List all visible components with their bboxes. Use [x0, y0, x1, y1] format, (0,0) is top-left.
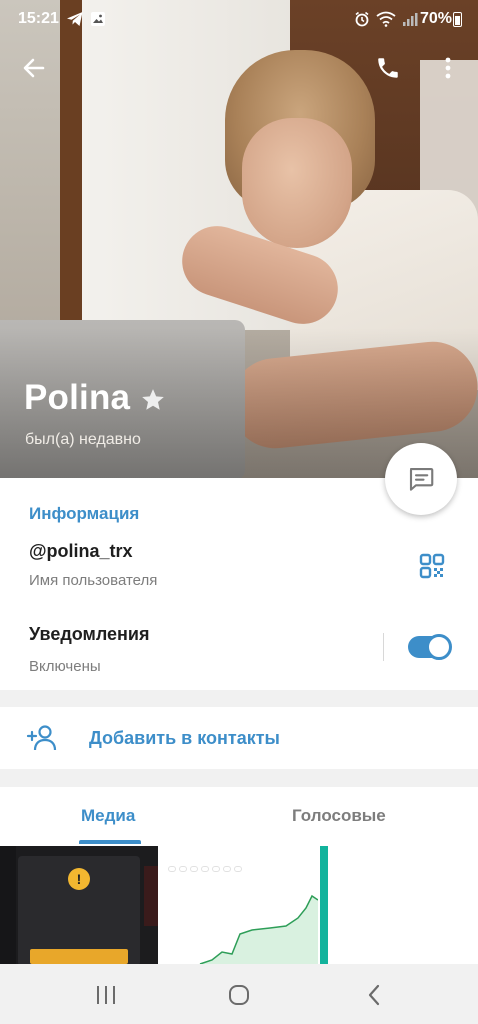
divider — [383, 633, 384, 661]
last-seen-status: был(а) недавно — [25, 431, 141, 448]
wifi-icon — [376, 11, 396, 27]
system-nav-bar — [0, 964, 478, 1024]
thumb-pill — [201, 866, 209, 872]
tab-media[interactable]: Медиа — [81, 806, 135, 826]
profile-name: Polina — [24, 378, 131, 417]
thumb-button — [30, 949, 128, 964]
status-icons-right — [354, 11, 420, 27]
qr-code-icon[interactable] — [419, 553, 445, 579]
chevron-left-icon — [368, 984, 380, 1006]
toggle-knob — [426, 634, 452, 660]
battery-level: 70% — [419, 10, 452, 27]
username-value[interactable]: @polina_trx — [29, 541, 133, 562]
recent-apps-button[interactable] — [92, 981, 120, 1009]
photo-face — [242, 118, 352, 248]
signal-icon — [403, 13, 418, 26]
notifications-state: Включены — [29, 658, 101, 675]
thumb-pill — [212, 866, 220, 872]
gallery-icon — [91, 12, 105, 26]
arrow-left-icon — [23, 58, 45, 78]
back-nav-button[interactable] — [360, 981, 388, 1009]
tab-voice[interactable]: Голосовые — [292, 806, 386, 826]
tab-indicator — [79, 840, 141, 844]
thumb-receipt — [328, 846, 478, 964]
thumb-chart — [199, 894, 318, 964]
more-vertical-icon — [445, 57, 451, 79]
add-contact-label: Добавить в контакты — [89, 728, 280, 748]
media-thumbnail[interactable] — [160, 846, 318, 964]
home-icon — [229, 985, 249, 1005]
add-user-icon — [26, 725, 57, 751]
notifications-title[interactable]: Уведомления — [29, 624, 150, 645]
recents-icon — [97, 986, 115, 1004]
profile-screen: 15:21 70% Polina был(а) недавно Информац… — [0, 0, 478, 1024]
warning-icon: ! — [68, 868, 90, 890]
notifications-toggle[interactable] — [408, 634, 452, 660]
shared-media-panel: Медиа Голосовые ! — [0, 787, 478, 964]
thumb-sidebar — [0, 846, 16, 964]
thumb-pill — [168, 866, 176, 872]
call-button[interactable] — [372, 52, 404, 84]
phone-icon — [378, 58, 398, 78]
thumb-pill — [234, 866, 242, 872]
status-time: 15:21 — [18, 10, 59, 27]
chat-icon — [409, 467, 434, 491]
status-icons-left — [66, 11, 106, 27]
add-contact-row[interactable]: Добавить в контакты — [0, 707, 478, 769]
media-grid: ! — [0, 846, 478, 964]
thumb-pill — [223, 866, 231, 872]
media-thumbnail[interactable] — [320, 846, 478, 964]
username-label: Имя пользователя — [29, 572, 158, 589]
info-section-title: Информация — [29, 504, 140, 523]
alarm-icon — [355, 11, 369, 27]
thumb-sidebar-right — [144, 866, 158, 926]
media-thumbnail[interactable]: ! — [0, 846, 158, 964]
message-button[interactable] — [385, 443, 457, 515]
star-icon — [142, 389, 164, 410]
battery-icon — [453, 12, 462, 27]
thumb-pill — [179, 866, 187, 872]
thumb-range-pills — [168, 866, 242, 872]
thumb-pill — [190, 866, 198, 872]
back-button[interactable] — [18, 52, 50, 84]
telegram-icon — [67, 12, 83, 26]
status-bar: 15:21 70% — [0, 0, 478, 40]
more-button[interactable] — [432, 52, 464, 84]
home-button[interactable] — [225, 981, 253, 1009]
